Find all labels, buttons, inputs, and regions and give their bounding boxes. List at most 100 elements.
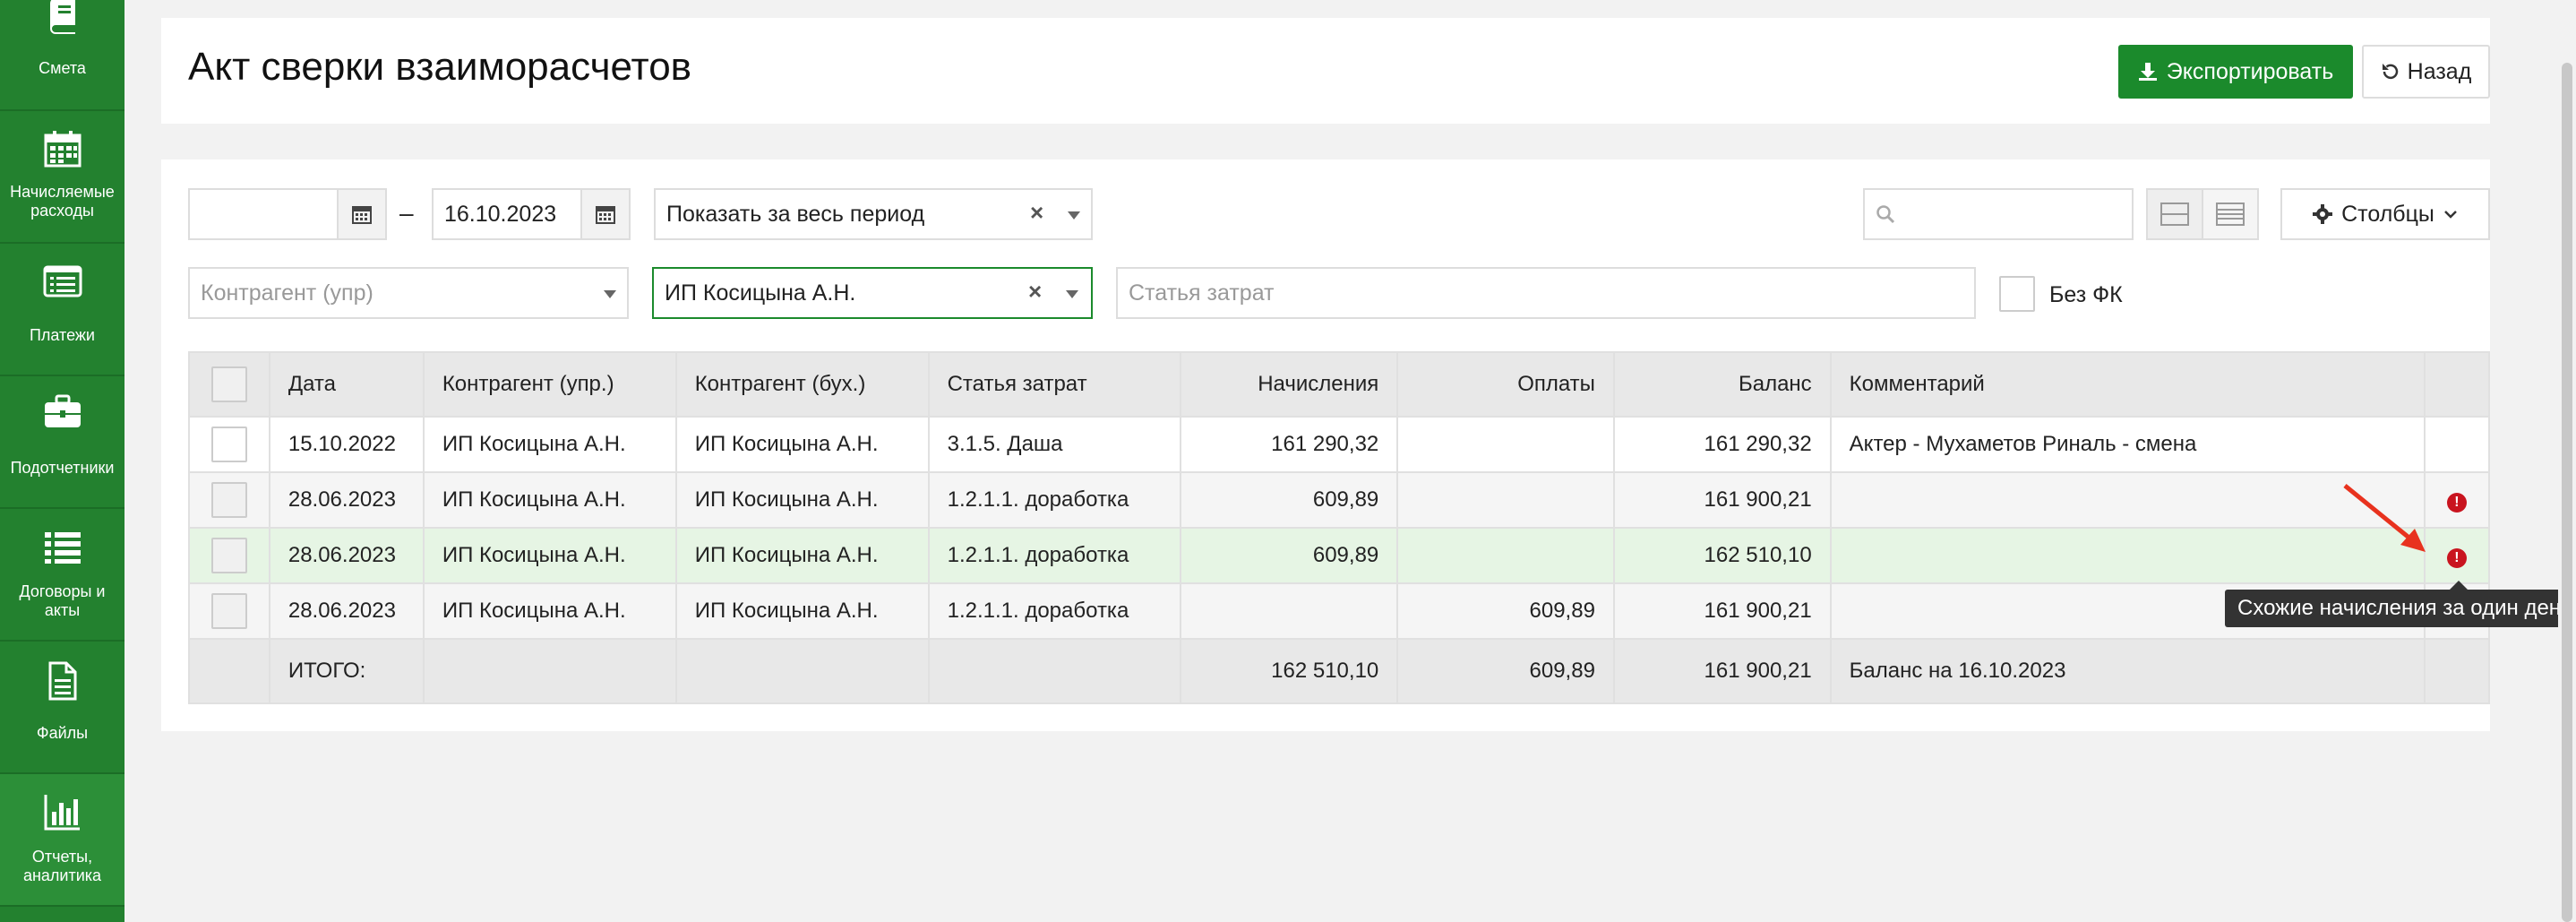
column-header-balance[interactable]: Баланс (1612, 351, 1832, 418)
row-checkbox-cell (188, 582, 270, 640)
date-from-calendar-button[interactable] (337, 190, 385, 238)
total-accrual: 162 510,10 (1180, 638, 1399, 704)
page-scrollbar[interactable] (2558, 0, 2576, 922)
table-total-row: ИТОГО: 162 510,10 609,89 161 900,21 Бала… (188, 638, 2491, 704)
cell-counterparty-mgmt: ИП Косицына А.Н. (422, 416, 677, 473)
sidebar-item-accountables[interactable]: Подотчетники (0, 376, 125, 509)
sidebar: Смета Начисляемые расходы Платежи Подотч… (0, 0, 125, 922)
date-from-field[interactable] (188, 188, 387, 240)
row-checkbox[interactable] (210, 538, 247, 573)
date-to-value: 16.10.2023 (444, 201, 557, 227)
sidebar-item-label: Начисляемые расходы (10, 183, 115, 220)
column-header-counterparty-acc[interactable]: Контрагент (бух.) (674, 351, 930, 418)
cell-counterparty-mgmt: ИП Косицына А.Н. (422, 471, 677, 529)
search-icon (1876, 205, 1895, 224)
table-row[interactable]: 28.06.2023 ИП Косицына А.Н. ИП Косицына … (188, 582, 2491, 640)
cell-balance: 161 290,32 (1612, 416, 1832, 473)
sidebar-item-payments[interactable]: Платежи (0, 244, 125, 376)
export-button[interactable]: Экспортировать (2118, 45, 2353, 99)
column-header-actions (2423, 351, 2491, 418)
view-list-button[interactable] (2202, 188, 2259, 240)
column-header-accruals[interactable]: Начисления (1180, 351, 1399, 418)
chevron-down-icon (2444, 211, 2457, 219)
counterparty-mgmt-select[interactable]: Контрагент (упр) (188, 267, 629, 319)
sidebar-item-files[interactable]: Файлы (0, 642, 125, 774)
total-empty-cell (188, 638, 270, 704)
row-checkbox-cell (188, 416, 270, 473)
back-label: Назад (2407, 58, 2472, 84)
sidebar-item-estimate[interactable]: Смета (0, 0, 125, 111)
table-row[interactable]: 28.06.2023 ИП Косицына А.Н. ИП Косицына … (188, 527, 2491, 584)
cell-date: 28.06.2023 (268, 471, 425, 529)
date-to-field[interactable]: 16.10.2023 (432, 188, 631, 240)
calendar-icon (352, 206, 372, 224)
total-label: ИТОГО: (268, 638, 425, 704)
columns-label: Столбцы (2341, 201, 2434, 227)
clear-icon[interactable]: × (1030, 199, 1043, 227)
cell-expense: 1.2.1.1. доработка (927, 527, 1182, 584)
cell-expense: 3.1.5. Даша (927, 416, 1182, 473)
download-icon (2138, 63, 2157, 81)
column-header-expense[interactable]: Статья затрат (927, 351, 1182, 418)
cell-balance: 161 900,21 (1612, 582, 1832, 640)
sidebar-item-contracts[interactable]: Договоры и акты (0, 509, 125, 642)
expense-placeholder: Статья затрат (1129, 280, 1275, 306)
scrollbar-thumb[interactable] (2562, 63, 2572, 922)
column-header-date[interactable]: Дата (268, 351, 425, 418)
sidebar-item-accrued-expenses[interactable]: Начисляемые расходы (0, 111, 125, 244)
cell-counterparty-acc: ИП Косицына А.Н. (674, 471, 930, 529)
warning-icon[interactable]: ! (2446, 493, 2467, 513)
sidebar-item-label: Договоры и акты (19, 582, 106, 619)
search-input[interactable] (1863, 188, 2134, 240)
book-icon (49, 0, 75, 34)
cell-accrual (1180, 582, 1399, 640)
date-to-calendar-button[interactable] (580, 190, 629, 238)
list-icon (44, 532, 81, 564)
sidebar-item-reports[interactable]: Отчеты, аналитика (0, 774, 125, 907)
clear-icon[interactable]: × (1028, 278, 1042, 306)
column-header-counterparty-mgmt[interactable]: Контрагент (упр.) (422, 351, 677, 418)
cell-payment: 609,89 (1396, 582, 1615, 640)
table-header-row: Дата Контрагент (упр.) Контрагент (бух.)… (188, 351, 2491, 418)
row-checkbox[interactable] (210, 427, 247, 462)
back-button[interactable]: Назад (2362, 45, 2490, 99)
cell-payment (1396, 471, 1615, 529)
chevron-down-icon (1068, 211, 1080, 220)
view-compact-button[interactable] (2146, 188, 2203, 240)
header-card: Акт сверки взаиморасчетов Экспортировать… (161, 18, 2490, 124)
period-select[interactable]: Показать за весь период × (654, 188, 1093, 240)
export-label: Экспортировать (2166, 58, 2334, 84)
reconciliation-table: Дата Контрагент (упр.) Контрагент (бух.)… (188, 351, 2491, 704)
sidebar-item-label: Платежи (29, 326, 95, 344)
row-checkbox[interactable] (210, 482, 247, 518)
gear-icon (2313, 204, 2333, 224)
cell-counterparty-acc: ИП Косицына А.Н. (674, 582, 930, 640)
total-payment: 609,89 (1396, 638, 1615, 704)
counterparty-acc-select[interactable]: ИП Косицына А.Н. × (652, 267, 1093, 319)
select-all-checkbox[interactable] (210, 366, 247, 402)
columns-button[interactable]: Столбцы (2280, 188, 2490, 240)
list-window-icon (43, 265, 82, 297)
no-fk-label: Без ФК (2049, 282, 2123, 307)
sidebar-item-label: Отчеты, аналитика (22, 848, 102, 884)
cell-balance: 161 900,21 (1612, 471, 1832, 529)
row-checkbox[interactable] (210, 593, 247, 629)
cell-counterparty-mgmt: ИП Косицына А.Н. (422, 582, 677, 640)
no-fk-checkbox[interactable] (1999, 276, 2035, 312)
expense-item-input[interactable]: Статья затрат (1116, 267, 1976, 319)
table-row[interactable]: 28.06.2023 ИП Косицына А.Н. ИП Косицына … (188, 471, 2491, 529)
warning-icon[interactable]: ! (2446, 548, 2467, 568)
counterparty-acc-value: ИП Косицына А.Н. (665, 280, 856, 306)
total-empty-cell (422, 638, 677, 704)
table-row[interactable]: 15.10.2022 ИП Косицына А.Н. ИП Косицына … (188, 416, 2491, 473)
page-title: Акт сверки взаиморасчетов (188, 45, 692, 89)
sidebar-item-more[interactable] (0, 907, 125, 922)
annotation-arrow (2343, 484, 2426, 552)
cell-payment (1396, 416, 1615, 473)
calendar-icon (44, 131, 81, 168)
cell-date: 15.10.2022 (268, 416, 425, 473)
total-balance: 161 900,21 (1612, 638, 1832, 704)
column-header-comment[interactable]: Комментарий (1829, 351, 2426, 418)
counterparty-mgmt-placeholder: Контрагент (упр) (201, 280, 374, 306)
column-header-payments[interactable]: Оплаты (1396, 351, 1615, 418)
